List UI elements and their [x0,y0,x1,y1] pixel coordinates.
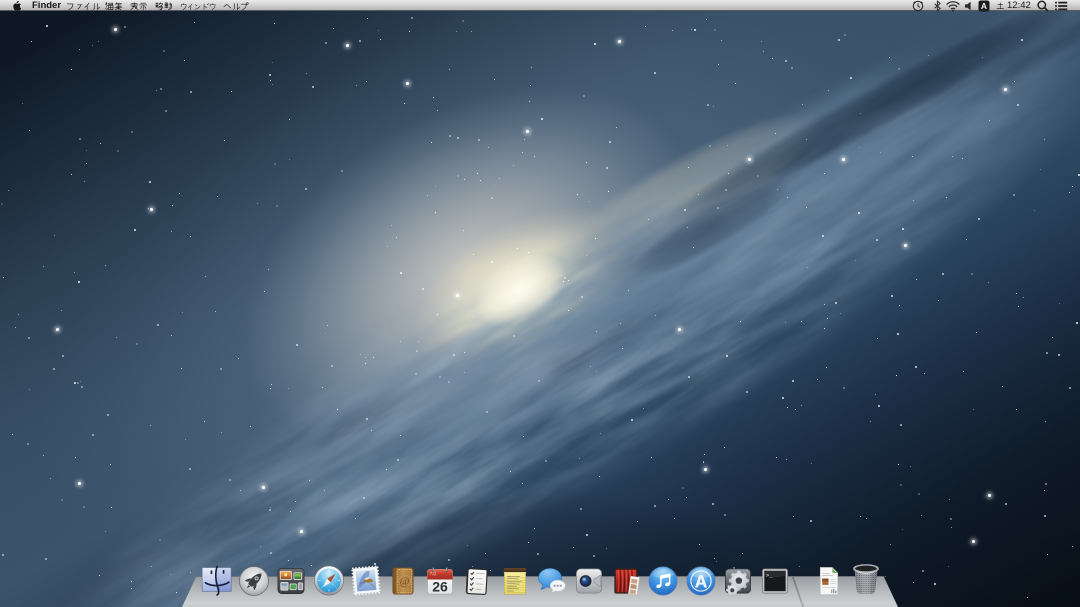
svg-text:26: 26 [432,600,448,607]
svg-text:@: @ [400,577,410,588]
svg-text:26: 26 [432,579,448,595]
svg-text:A: A [981,1,987,11]
svg-text:>_: >_ [766,572,773,579]
